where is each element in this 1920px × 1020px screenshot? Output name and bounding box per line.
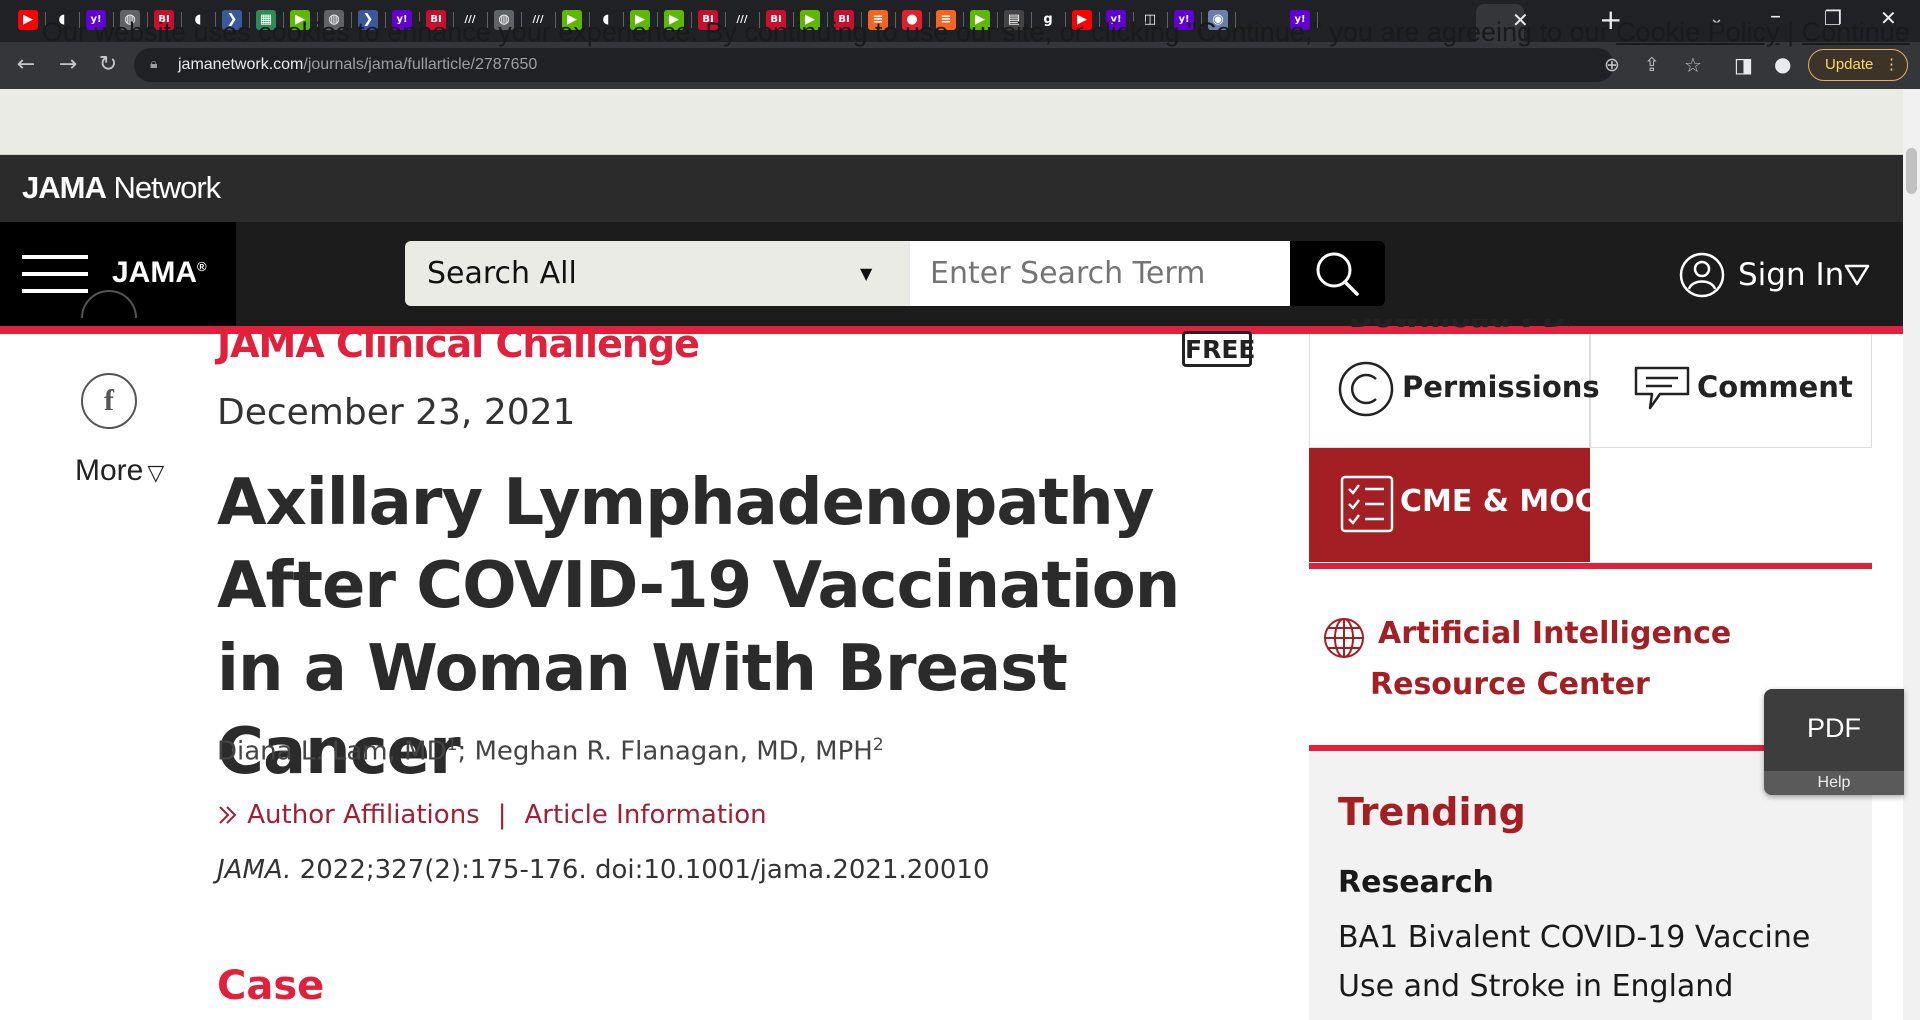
pdf-label[interactable]: PDF bbox=[1807, 713, 1861, 744]
citation: JAMA. 2022;327(2):175-176. doi:10.1001/j… bbox=[217, 855, 990, 885]
checklist-icon bbox=[1340, 475, 1394, 533]
author-name[interactable]: Meghan R. Flanagan, MD, MPH bbox=[474, 737, 872, 767]
publication-date: December 23, 2021 bbox=[217, 392, 576, 433]
cookie-policy-link[interactable]: Cookie Policy bbox=[1616, 17, 1780, 47]
triangle-down-icon[interactable] bbox=[1844, 264, 1870, 286]
kebab-menu-icon[interactable]: ⋮ bbox=[1884, 50, 1899, 80]
sign-in-link[interactable]: Sign In bbox=[1738, 257, 1844, 293]
search-icon bbox=[1316, 252, 1359, 296]
facebook-icon[interactable]: f bbox=[81, 373, 137, 429]
author-affiliations-link[interactable]: Author Affiliations bbox=[247, 800, 479, 830]
youtube-favicon[interactable]: ▶ bbox=[18, 10, 38, 30]
comment-label[interactable]: Comment bbox=[1697, 370, 1853, 404]
author-name[interactable]: Diana L. Lam, MD bbox=[217, 737, 447, 767]
search-button[interactable] bbox=[1290, 241, 1385, 306]
double-chevron-right-icon bbox=[219, 806, 237, 824]
search-scope-label[interactable]: Search All bbox=[427, 256, 577, 291]
url-text[interactable]: jamanetwork.com/journals/jama/fullarticl… bbox=[178, 56, 537, 74]
search-input[interactable] bbox=[910, 241, 1290, 306]
triangle-down-icon: ▽ bbox=[147, 460, 165, 485]
user-account-icon[interactable] bbox=[1678, 251, 1726, 299]
ai-resource-center-link[interactable]: Artificial Intelligence bbox=[1378, 616, 1731, 651]
forward-icon[interactable]: → bbox=[54, 51, 82, 79]
side-panel-icon[interactable]: ◨ bbox=[1734, 53, 1753, 77]
author-list: Diana L. Lam, MD1; Meghan R. Flanagan, M… bbox=[217, 735, 884, 767]
article-section-label[interactable]: JAMA Clinical Challenge bbox=[217, 322, 700, 366]
download-pdf-partial[interactable]: Download PDF bbox=[1349, 319, 1569, 334]
cme-moc-label[interactable]: CME & MOC bbox=[1400, 484, 1597, 519]
cookie-continue-link[interactable]: Continue bbox=[1802, 17, 1910, 47]
ai-resource-center-link[interactable]: Resource Center bbox=[1370, 667, 1650, 702]
trending-title: Trending bbox=[1338, 790, 1526, 834]
empty-tool-cell bbox=[1590, 448, 1872, 562]
cookie-banner-text: Our website uses cookies to enhance your… bbox=[42, 17, 1910, 47]
article-information-link[interactable]: Article Information bbox=[524, 800, 766, 830]
globe-icon bbox=[1324, 618, 1364, 658]
share-icon[interactable]: ⇪ bbox=[1644, 54, 1660, 76]
network-bar bbox=[0, 155, 1903, 222]
caret-down-icon[interactable]: ▼ bbox=[860, 264, 872, 283]
jama-network-logo[interactable]: JAMA Network bbox=[22, 170, 221, 206]
zoom-icon[interactable]: ⊕ bbox=[1604, 54, 1620, 76]
share-more-button[interactable]: More ▽ bbox=[75, 454, 164, 488]
lock-icon[interactable]: 🔒︎ bbox=[150, 56, 157, 72]
update-button[interactable]: Update ⋮ bbox=[1808, 49, 1908, 81]
comment-icon bbox=[1634, 366, 1690, 410]
permissions-label[interactable]: Permissions bbox=[1402, 370, 1600, 404]
sidebar-divider bbox=[1309, 563, 1872, 569]
free-badge: FREE bbox=[1182, 331, 1255, 367]
copyright-icon bbox=[1338, 361, 1394, 417]
article-meta-links: Author Affiliations | Article Information bbox=[217, 800, 767, 830]
trending-category: Research bbox=[1338, 865, 1494, 900]
profile-icon[interactable]: ● bbox=[1774, 52, 1791, 76]
hamburger-menu-icon[interactable] bbox=[22, 289, 88, 293]
reload-icon[interactable]: ↻ bbox=[94, 51, 122, 79]
back-icon[interactable]: ← bbox=[12, 51, 40, 79]
trending-article-link[interactable]: BA1 Bivalent COVID-19 Vaccine Use and St… bbox=[1338, 913, 1848, 1011]
jama-journal-logo[interactable]: JAMA® bbox=[112, 256, 207, 290]
case-heading: Case bbox=[217, 963, 325, 1009]
bookmark-star-icon[interactable]: ☆ bbox=[1684, 53, 1702, 77]
hamburger-menu-icon[interactable] bbox=[22, 272, 88, 276]
hamburger-menu-icon[interactable] bbox=[22, 255, 88, 259]
scrollbar-track[interactable] bbox=[1903, 89, 1920, 1020]
cookie-banner bbox=[0, 89, 1903, 155]
pdf-help-link[interactable]: Help bbox=[1764, 771, 1904, 795]
scrollbar-thumb[interactable] bbox=[1906, 148, 1917, 194]
